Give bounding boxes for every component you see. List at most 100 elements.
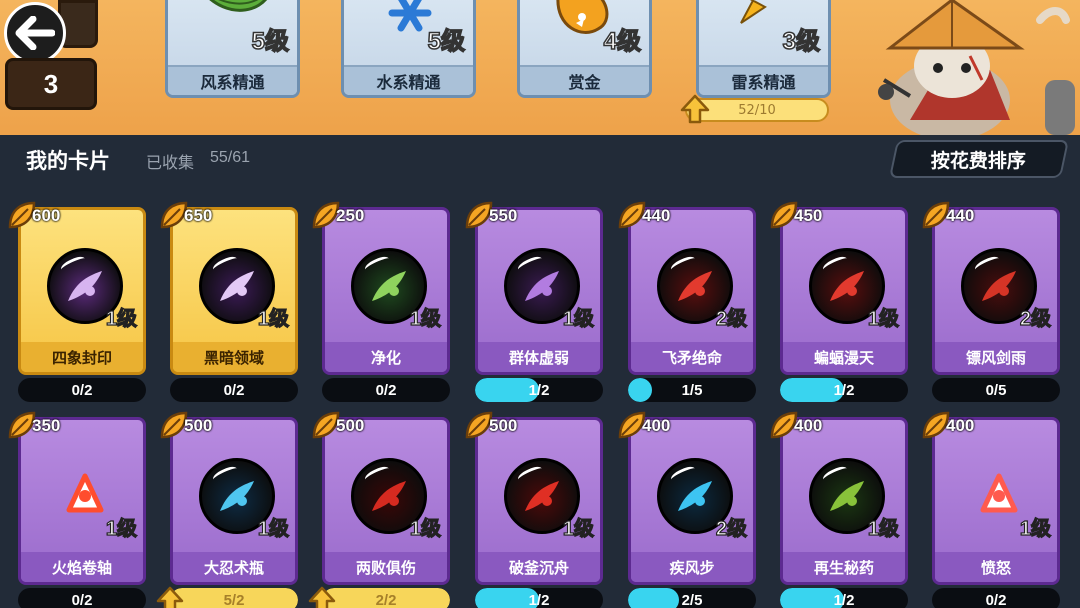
- progress-text: 1/2: [833, 591, 855, 608]
- skill-card[interactable]: 1级群体虚弱: [475, 207, 603, 375]
- skill-card[interactable]: 1级 大忍术瓶: [170, 417, 298, 585]
- card-level: 1级: [867, 307, 899, 330]
- card-cost: 400: [642, 416, 671, 435]
- player-level-box: 3: [5, 58, 97, 110]
- card-level: 1级: [409, 517, 441, 540]
- cost-badge: 500: [310, 411, 365, 439]
- progress-text: 1/5: [681, 381, 703, 399]
- skill-card[interactable]: 1级 两败俱伤: [322, 417, 450, 585]
- cost-badge: 600: [6, 201, 60, 229]
- card-name: 再生秘药: [783, 552, 905, 582]
- card-level: 1级: [1019, 517, 1051, 540]
- skill-name: 赏金: [520, 65, 649, 95]
- card-cost: 250: [336, 206, 365, 225]
- progress-text: 0/2: [71, 381, 93, 399]
- card-progress-bar: 0/2: [932, 588, 1060, 608]
- card-cost: 450: [794, 206, 823, 225]
- progress-text: 2/2: [375, 591, 397, 608]
- card-level: 1级: [257, 307, 289, 330]
- skill-card-water[interactable]: 5级 水系精通: [341, 0, 476, 98]
- card-name: 四象封印: [21, 342, 143, 372]
- skill-card-wind[interactable]: 5级 风系精通: [165, 0, 300, 98]
- card-collection-header: 我的卡片 已收集 55/61 按花费排序: [0, 135, 1080, 183]
- skill-level: 3级: [782, 27, 821, 56]
- skill-card[interactable]: 1级愤怒: [932, 417, 1060, 585]
- upgrade-arrow-icon[interactable]: [308, 586, 336, 608]
- skill-card[interactable]: 1级蝙蝠漫天: [780, 207, 908, 375]
- sort-by-cost-button[interactable]: 按花费排序: [888, 140, 1070, 178]
- skill-level: 5级: [427, 27, 466, 56]
- card-level: 1级: [105, 517, 137, 540]
- skill-card[interactable]: 1级再生秘药: [780, 417, 908, 585]
- cost-badge: 650: [158, 201, 213, 229]
- card-cost: 400: [794, 416, 823, 435]
- card-progress-bar: 1/2: [780, 378, 908, 402]
- cost-badge: 400: [768, 411, 823, 439]
- card-name: 火焰卷轴: [21, 552, 143, 582]
- card-progress-bar: 2/5: [628, 588, 756, 608]
- skill-name: 水系精通: [344, 65, 473, 95]
- card-progress-bar: 0/5: [932, 378, 1060, 402]
- card-name: 飞矛绝命: [631, 342, 753, 372]
- progress-text: 0/2: [375, 381, 397, 399]
- progress-text: 1/2: [833, 381, 855, 399]
- progress-text: 0/2: [71, 591, 93, 608]
- progress-text: 0/2: [985, 591, 1007, 608]
- card-name: 蝙蝠漫天: [783, 342, 905, 372]
- card-cost: 440: [642, 206, 671, 225]
- upgrade-arrow-icon: [680, 94, 710, 124]
- progress-text: 5/2: [223, 591, 245, 608]
- collected-count: 55/61: [210, 149, 251, 166]
- skill-card[interactable]: 1级 净化: [322, 207, 450, 375]
- cost-badge: 500: [463, 411, 518, 439]
- top-panel: 3 5级 风系精通 5级 水系精通 4级 赏金 3级 雷系精通 52/10: [0, 0, 1080, 135]
- skill-level: 5级: [251, 27, 290, 56]
- card-progress-bar: 5/2: [170, 588, 298, 608]
- progress-text: 1/2: [528, 591, 550, 608]
- cost-badge: 550: [463, 201, 517, 229]
- card-progress-bar: 0/2: [170, 378, 298, 402]
- upgrade-arrow-icon[interactable]: [156, 586, 184, 608]
- upgrade-progress-text: 52/10: [738, 102, 776, 118]
- card-name: 镖风剑雨: [935, 342, 1057, 372]
- sort-button-label: 按花费排序: [931, 149, 1027, 172]
- card-name: 群体虚弱: [478, 342, 600, 372]
- card-level: 1级: [562, 307, 594, 330]
- skill-card[interactable]: 1级 破釜沉舟: [475, 417, 603, 585]
- cost-badge: 500: [158, 411, 212, 439]
- skill-card-thunder[interactable]: 3级 雷系精通: [696, 0, 831, 98]
- card-progress-bar: 0/2: [18, 378, 146, 402]
- card-level: 2级: [715, 517, 747, 540]
- card-name: 净化: [325, 342, 447, 372]
- skill-name: 雷系精通: [699, 65, 828, 95]
- card-progress-bar: 0/2: [18, 588, 146, 608]
- card-cost: 650: [184, 206, 213, 225]
- card-cost: 500: [336, 416, 365, 435]
- collected-label: 已收集: [146, 153, 195, 172]
- cost-badge: 450: [768, 201, 823, 229]
- skill-card[interactable]: 1级 四象封印: [18, 207, 146, 375]
- player-level: 3: [43, 68, 59, 99]
- card-level: 1级: [562, 517, 594, 540]
- card-cost: 400: [946, 416, 975, 435]
- skill-card[interactable]: 2级 疾风步: [628, 417, 756, 585]
- skill-card[interactable]: 2级 飞矛绝命: [628, 207, 756, 375]
- card-progress-bar: 1/2: [780, 588, 908, 608]
- skill-card-bounty[interactable]: 4级 赏金: [517, 0, 652, 98]
- card-name: 黑暗领域: [173, 342, 295, 372]
- progress-text: 2/5: [681, 591, 703, 608]
- card-name: 愤怒: [935, 552, 1057, 582]
- card-level: 1级: [867, 517, 899, 540]
- back-button[interactable]: [4, 2, 66, 64]
- skill-card[interactable]: 1级黑暗领域: [170, 207, 298, 375]
- card-cost: 500: [489, 416, 518, 435]
- card-progress-bar: 1/2: [475, 588, 603, 608]
- cost-badge: 250: [310, 201, 365, 229]
- skill-card[interactable]: 1级火焰卷轴: [18, 417, 146, 585]
- skill-name: 风系精通: [168, 65, 297, 95]
- skill-level: 4级: [603, 27, 642, 56]
- skill-card[interactable]: 2级 镖风剑雨: [932, 207, 1060, 375]
- progress-text: 0/5: [985, 381, 1007, 399]
- card-name: 大忍术瓶: [173, 552, 295, 582]
- card-progress-bar: 1/5: [628, 378, 756, 402]
